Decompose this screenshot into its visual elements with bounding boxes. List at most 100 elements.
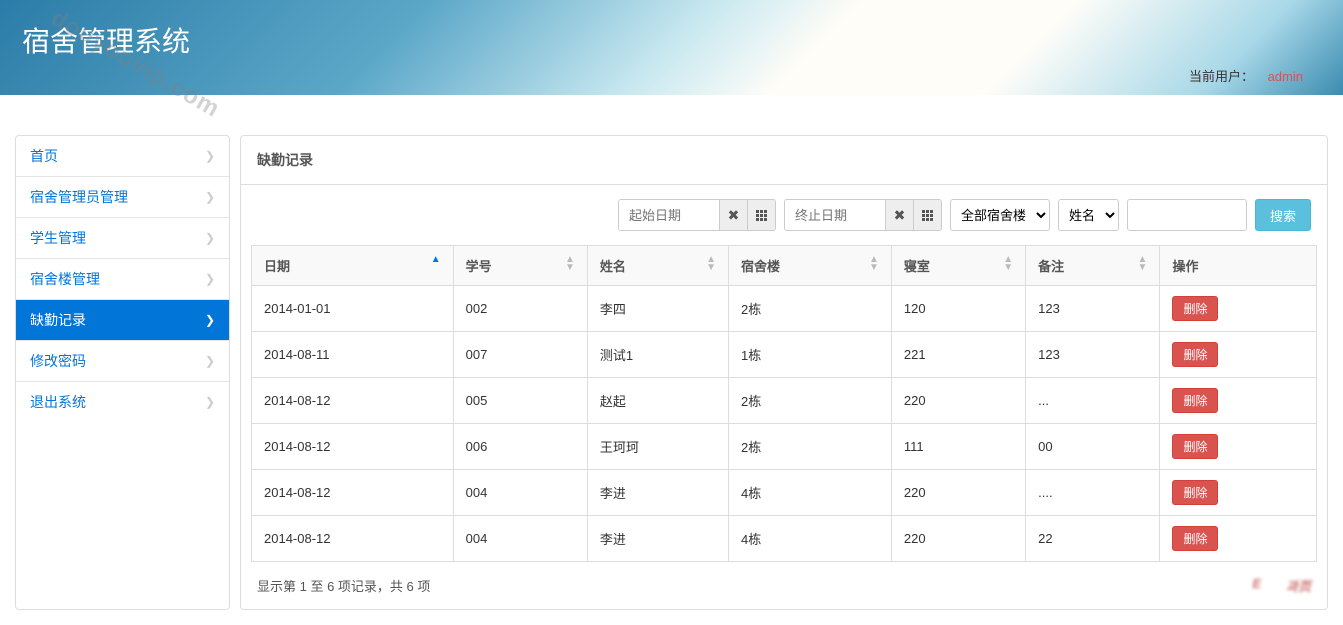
close-icon: ✖ <box>894 207 906 224</box>
cell-note: 123 <box>1026 286 1160 332</box>
delete-button[interactable]: 删除 <box>1172 526 1218 551</box>
cell-action: 删除 <box>1160 470 1317 516</box>
building-select[interactable]: 全部宿舍楼 <box>950 199 1050 231</box>
sidebar-item-label: 退出系统 <box>30 392 86 412</box>
cell-building: 1栋 <box>729 332 892 378</box>
sidebar-item-label: 修改密码 <box>30 351 86 371</box>
field-select[interactable]: 姓名 <box>1058 199 1119 231</box>
cell-name: 测试1 <box>587 332 728 378</box>
cell-room: 220 <box>891 470 1025 516</box>
sidebar-item-label: 宿舍管理员管理 <box>30 187 128 207</box>
sidebar-item-label: 宿舍楼管理 <box>30 269 100 289</box>
calendar-icon <box>922 210 933 221</box>
cell-action: 删除 <box>1160 332 1317 378</box>
chevron-right-icon: ❯ <box>205 272 215 286</box>
toolbar: ✖ ✖ 全部宿舍楼 姓名 搜索 <box>241 185 1327 245</box>
cell-room: 111 <box>891 424 1025 470</box>
chevron-right-icon: ❯ <box>205 395 215 409</box>
delete-button[interactable]: 删除 <box>1172 296 1218 321</box>
delete-button[interactable]: 删除 <box>1172 434 1218 459</box>
chevron-right-icon: ❯ <box>205 354 215 368</box>
cell-room: 220 <box>891 516 1025 562</box>
table-row: 2014-08-12004李进4栋220.... 删除 <box>252 470 1317 516</box>
table-row: 2014-08-11007测试11栋221123删除 <box>252 332 1317 378</box>
cell-note: 22 <box>1026 516 1160 562</box>
end-date-input[interactable] <box>785 200 885 230</box>
sort-icon: ▲▼ <box>1138 256 1148 272</box>
main-panel: 缺勤记录 ✖ ✖ 全部宿舍楼 姓名 搜索 日期▲学号▲▼姓名▲▼宿舍楼▲▼寝室▲… <box>240 135 1328 610</box>
cell-building: 2栋 <box>729 378 892 424</box>
sort-icon: ▲ <box>431 256 441 264</box>
sidebar-item-6[interactable]: 退出系统 ❯ <box>16 382 229 422</box>
column-header[interactable]: 日期▲ <box>252 246 454 286</box>
cell-date: 2014-08-12 <box>252 470 454 516</box>
table-info: 显示第 1 至 6 项记录，共 6 项 <box>257 576 430 595</box>
cell-date: 2014-08-12 <box>252 424 454 470</box>
chevron-right-icon: ❯ <box>205 313 215 327</box>
cell-sid: 007 <box>453 332 587 378</box>
end-date-clear-button[interactable]: ✖ <box>885 200 913 230</box>
cell-name: 李四 <box>587 286 728 332</box>
cell-name: 赵起 <box>587 378 728 424</box>
cell-sid: 005 <box>453 378 587 424</box>
cell-action: 删除 <box>1160 424 1317 470</box>
sort-icon: ▲▼ <box>869 256 879 272</box>
delete-button[interactable]: 删除 <box>1172 388 1218 413</box>
search-button[interactable]: 搜索 <box>1255 199 1311 231</box>
sidebar-item-4[interactable]: 缺勤记录❯ <box>16 300 229 341</box>
sidebar-item-2[interactable]: 学生管理 ❯ <box>16 218 229 259</box>
cell-date: 2014-08-11 <box>252 332 454 378</box>
column-header[interactable]: 学号▲▼ <box>453 246 587 286</box>
column-header[interactable]: 寝室▲▼ <box>891 246 1025 286</box>
cell-sid: 006 <box>453 424 587 470</box>
cell-building: 4栋 <box>729 470 892 516</box>
sidebar-item-label: 学生管理 <box>30 228 86 248</box>
sidebar-item-0[interactable]: 首页❯ <box>16 136 229 177</box>
start-date-clear-button[interactable]: ✖ <box>719 200 747 230</box>
cell-sid: 004 <box>453 516 587 562</box>
sidebar-item-3[interactable]: 宿舍楼管理 ❯ <box>16 259 229 300</box>
start-date-calendar-button[interactable] <box>747 200 775 230</box>
column-header[interactable]: 备注▲▼ <box>1026 246 1160 286</box>
start-date-input[interactable] <box>619 200 719 230</box>
cell-name: 李进 <box>587 470 728 516</box>
cell-note: 00 <box>1026 424 1160 470</box>
panel-title: 缺勤记录 <box>241 136 1327 185</box>
table-footer: 显示第 1 至 6 项记录，共 6 项 E과页 <box>241 562 1327 609</box>
records-table: 日期▲学号▲▼姓名▲▼宿舍楼▲▼寝室▲▼备注▲▼操作 2014-01-01002… <box>251 245 1317 562</box>
sort-icon: ▲▼ <box>565 256 575 272</box>
column-header[interactable]: 宿舍楼▲▼ <box>729 246 892 286</box>
app-title: 宿舍管理系统 <box>22 20 1343 60</box>
current-user-name[interactable]: admin <box>1268 69 1303 84</box>
cell-room: 220 <box>891 378 1025 424</box>
current-user-label: 当前用户： <box>1189 69 1254 84</box>
current-user-area: 当前用户： admin <box>1189 66 1303 85</box>
table-row: 2014-08-12006王珂珂2栋11100删除 <box>252 424 1317 470</box>
sidebar-item-1[interactable]: 宿舍管理员管理 ❯ <box>16 177 229 218</box>
cell-date: 2014-08-12 <box>252 516 454 562</box>
sort-icon: ▲▼ <box>706 256 716 272</box>
cell-room: 120 <box>891 286 1025 332</box>
table-row: 2014-08-12005赵起2栋220...删除 <box>252 378 1317 424</box>
header: 宿舍管理系统 当前用户： admin douyouvip.com <box>0 0 1343 95</box>
chevron-right-icon: ❯ <box>205 231 215 245</box>
delete-button[interactable]: 删除 <box>1172 480 1218 505</box>
end-date-calendar-button[interactable] <box>913 200 941 230</box>
table-row: 2014-08-12004李进4栋22022删除 <box>252 516 1317 562</box>
search-input[interactable] <box>1127 199 1247 231</box>
cell-action: 删除 <box>1160 378 1317 424</box>
cell-building: 2栋 <box>729 286 892 332</box>
cell-sid: 004 <box>453 470 587 516</box>
delete-button[interactable]: 删除 <box>1172 342 1218 367</box>
close-icon: ✖ <box>728 207 740 224</box>
cell-note: .... <box>1026 470 1160 516</box>
column-header[interactable]: 姓名▲▼ <box>587 246 728 286</box>
sidebar-item-label: 首页 <box>30 146 58 166</box>
sidebar-item-5[interactable]: 修改密码 ❯ <box>16 341 229 382</box>
chevron-right-icon: ❯ <box>205 190 215 204</box>
cell-name: 王珂珂 <box>587 424 728 470</box>
pagination-area[interactable]: E과页 <box>1252 576 1311 595</box>
start-date-group: ✖ <box>618 199 776 231</box>
cell-date: 2014-01-01 <box>252 286 454 332</box>
cell-action: 删除 <box>1160 516 1317 562</box>
